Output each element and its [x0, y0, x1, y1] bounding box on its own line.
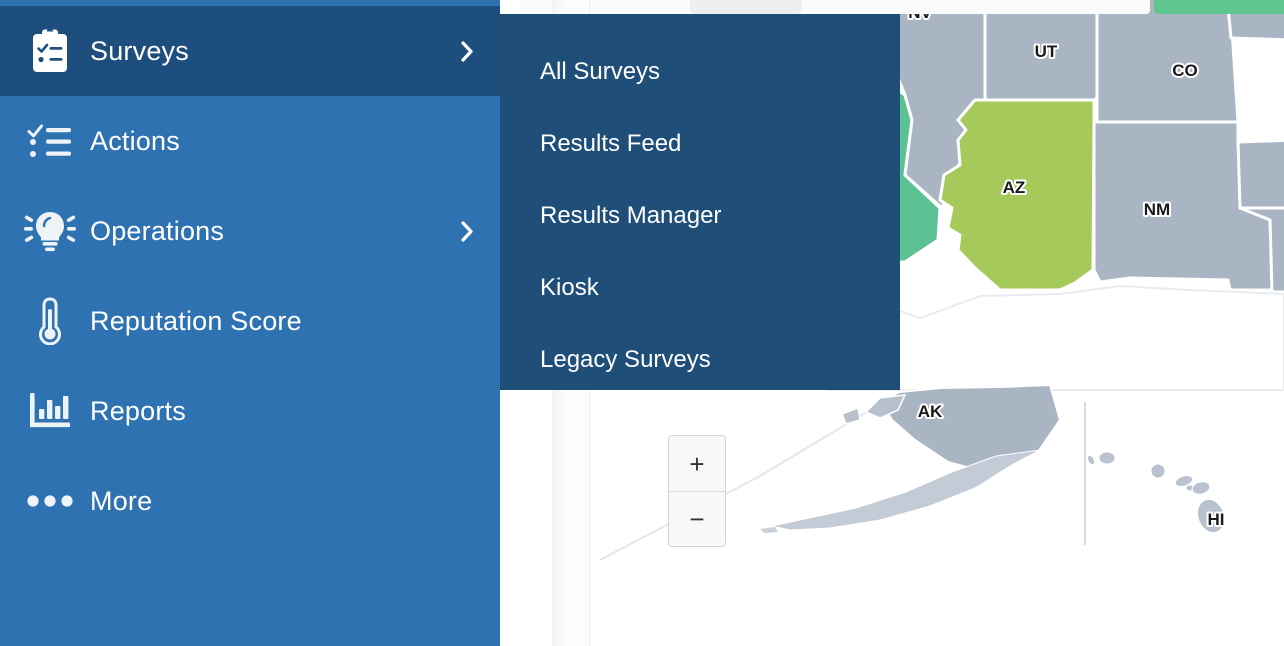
sidebar-item-actions[interactable]: Actions	[0, 96, 500, 186]
ellipsis-icon	[24, 475, 76, 527]
chevron-right-icon[interactable]	[460, 220, 474, 242]
state-label-co: CO	[1172, 61, 1198, 80]
sidebar-item-reputation-score[interactable]: Reputation Score	[0, 276, 500, 366]
minus-icon[interactable]: −	[669, 491, 725, 546]
app-root: NV UT CO AZ NM AK HI + −	[0, 0, 1284, 646]
sidebar-item-label: Actions	[90, 125, 180, 156]
submenu-item-results-feed[interactable]: Results Feed	[500, 108, 900, 180]
state-label-ak: AK	[918, 402, 943, 421]
state-label-az: AZ	[1003, 178, 1026, 197]
top-tab-2[interactable]	[690, 0, 802, 14]
state-label-nm: NM	[1144, 200, 1170, 219]
submenu-item-all-surveys[interactable]: All Surveys	[500, 36, 900, 108]
lightbulb-icon	[24, 205, 76, 257]
main-sidebar: Surveys Actions Operations Reputation Sc…	[0, 0, 500, 646]
map-zoom-control[interactable]: + −	[668, 435, 726, 547]
state-label-hi: HI	[1208, 510, 1225, 529]
top-tab-1[interactable]	[520, 0, 690, 14]
sidebar-item-label: Surveys	[90, 35, 189, 66]
clipboard-checklist-icon	[24, 25, 76, 77]
sidebar-item-label: Reputation Score	[90, 305, 302, 336]
bar-chart-icon	[24, 385, 76, 437]
sidebar-item-label: More	[90, 485, 153, 516]
state-label-ut: UT	[1035, 42, 1058, 61]
sidebar-item-reports[interactable]: Reports	[0, 366, 500, 456]
sidebar-item-operations[interactable]: Operations	[0, 186, 500, 276]
plus-icon[interactable]: +	[669, 436, 725, 491]
top-tab-green[interactable]	[1154, 0, 1284, 14]
top-tab-strip	[500, 0, 1284, 14]
state-ak-shape	[760, 383, 1062, 533]
sidebar-nav-list: Surveys Actions Operations Reputation Sc…	[0, 6, 500, 546]
thermometer-icon	[24, 295, 76, 347]
submenu-item-kiosk[interactable]: Kiosk	[500, 252, 900, 324]
sidebar-item-surveys[interactable]: Surveys	[0, 6, 500, 96]
submenu-item-legacy-surveys[interactable]: Legacy Surveys	[500, 324, 900, 396]
sidebar-item-label: Operations	[90, 215, 225, 246]
sidebar-item-more[interactable]: More	[0, 456, 500, 546]
chevron-right-icon[interactable]	[460, 40, 474, 62]
sidebar-item-label: Reports	[90, 395, 186, 426]
checklist-icon	[24, 115, 76, 167]
surveys-submenu-panel: All Surveys Results Feed Results Manager…	[500, 14, 900, 390]
top-tab-3[interactable]	[802, 0, 1150, 14]
state-co	[1095, 0, 1240, 124]
state-ok	[1236, 138, 1284, 210]
submenu-item-results-manager[interactable]: Results Manager	[500, 180, 900, 252]
